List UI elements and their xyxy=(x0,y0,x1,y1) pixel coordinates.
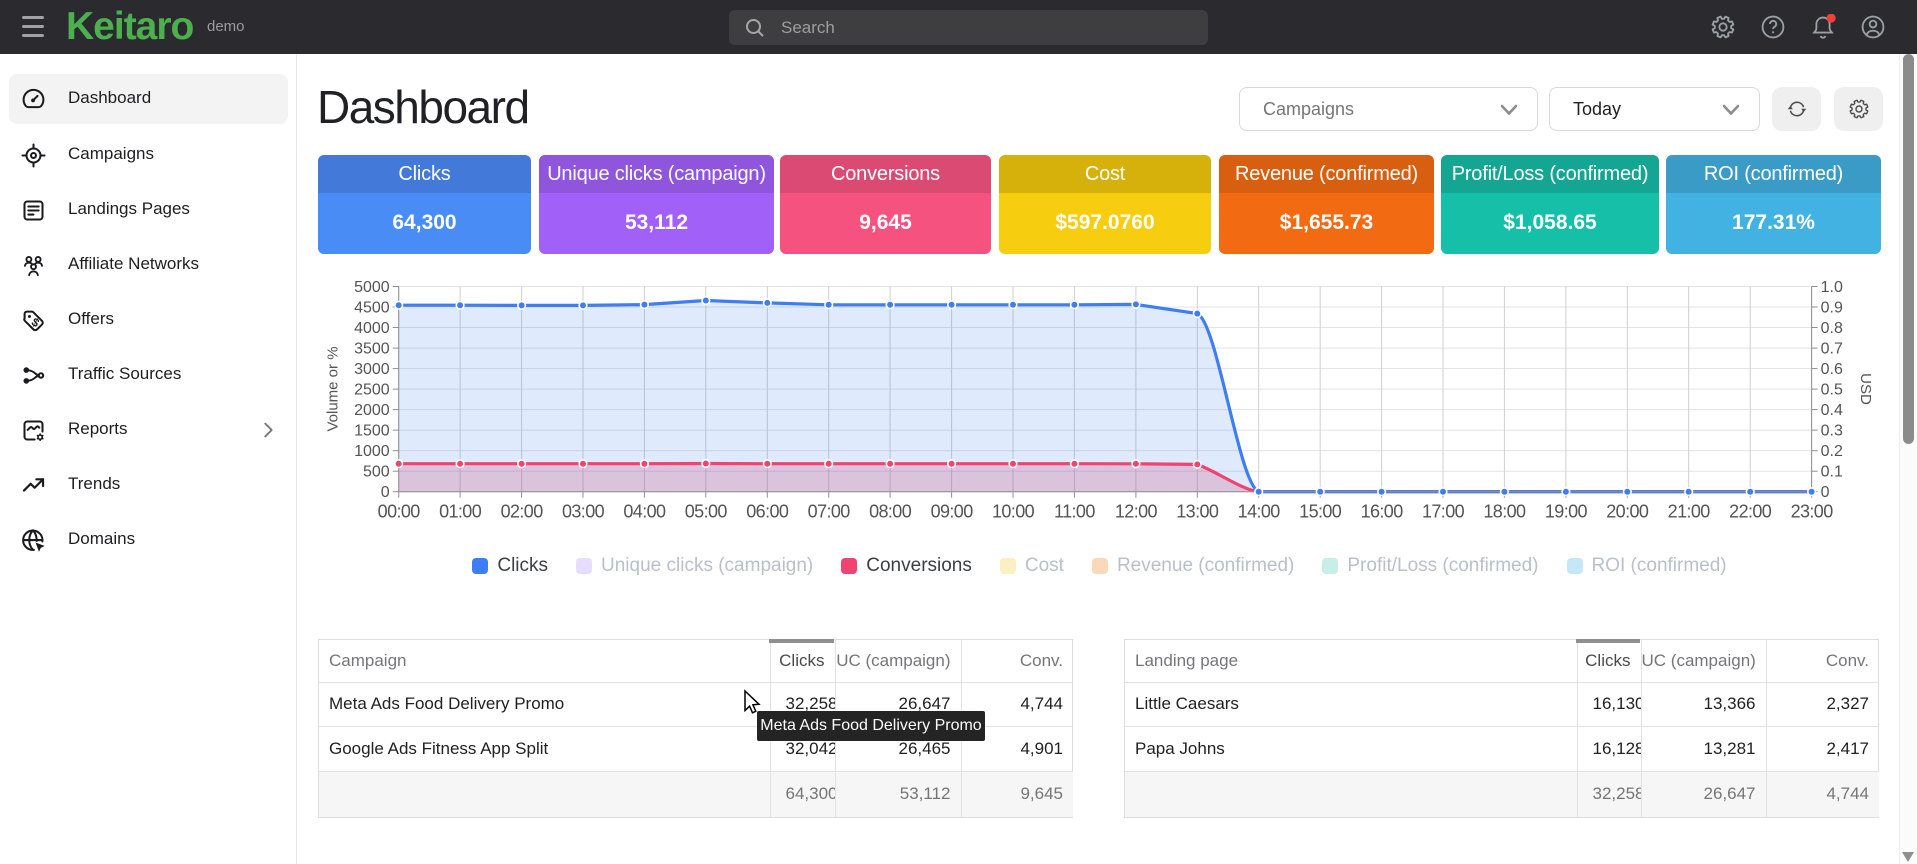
svg-text:0.7: 0.7 xyxy=(1821,341,1843,358)
svg-text:500: 500 xyxy=(363,464,390,481)
svg-text:21:00: 21:00 xyxy=(1668,502,1711,522)
svg-text:23:00: 23:00 xyxy=(1791,502,1834,522)
svg-text:3000: 3000 xyxy=(354,361,390,378)
svg-text:Volume or %: Volume or % xyxy=(325,346,342,431)
svg-text:USD: USD xyxy=(1857,373,1874,405)
svg-text:0.9: 0.9 xyxy=(1821,300,1843,317)
svg-text:1.0: 1.0 xyxy=(1821,279,1843,296)
svg-text:0: 0 xyxy=(381,484,390,501)
svg-text:19:00: 19:00 xyxy=(1545,502,1588,522)
svg-text:3500: 3500 xyxy=(354,341,390,358)
svg-text:20:00: 20:00 xyxy=(1606,502,1649,522)
svg-text:04:00: 04:00 xyxy=(623,502,666,522)
svg-text:13:00: 13:00 xyxy=(1176,502,1219,522)
svg-text:4500: 4500 xyxy=(354,300,390,317)
svg-text:5000: 5000 xyxy=(354,279,390,296)
svg-text:4000: 4000 xyxy=(354,320,390,337)
svg-text:12:00: 12:00 xyxy=(1115,502,1158,522)
svg-text:15:00: 15:00 xyxy=(1299,502,1342,522)
svg-text:09:00: 09:00 xyxy=(931,502,974,522)
svg-text:16:00: 16:00 xyxy=(1361,502,1404,522)
svg-text:0.4: 0.4 xyxy=(1821,402,1843,419)
svg-text:0.2: 0.2 xyxy=(1821,443,1843,460)
svg-text:22:00: 22:00 xyxy=(1729,502,1772,522)
svg-text:03:00: 03:00 xyxy=(562,502,605,522)
svg-text:08:00: 08:00 xyxy=(869,502,912,522)
svg-text:11:00: 11:00 xyxy=(1054,502,1095,522)
svg-text:2000: 2000 xyxy=(354,402,390,419)
svg-text:05:00: 05:00 xyxy=(685,502,728,522)
svg-text:10:00: 10:00 xyxy=(992,502,1035,522)
svg-text:0.8: 0.8 xyxy=(1821,320,1843,337)
svg-text:00:00: 00:00 xyxy=(378,502,421,522)
svg-text:06:00: 06:00 xyxy=(746,502,789,522)
svg-text:1000: 1000 xyxy=(354,443,390,460)
svg-text:0: 0 xyxy=(1821,484,1830,501)
svg-text:17:00: 17:00 xyxy=(1422,502,1465,522)
svg-text:01:00: 01:00 xyxy=(439,502,482,522)
svg-text:1500: 1500 xyxy=(354,423,390,440)
svg-text:0.1: 0.1 xyxy=(1821,464,1843,481)
svg-text:0.3: 0.3 xyxy=(1821,423,1843,440)
svg-text:14:00: 14:00 xyxy=(1238,502,1281,522)
svg-text:07:00: 07:00 xyxy=(808,502,851,522)
svg-text:0.6: 0.6 xyxy=(1821,361,1843,378)
svg-text:02:00: 02:00 xyxy=(501,502,544,522)
svg-text:18:00: 18:00 xyxy=(1483,502,1526,522)
svg-text:2500: 2500 xyxy=(354,382,390,399)
svg-text:0.5: 0.5 xyxy=(1821,382,1843,399)
